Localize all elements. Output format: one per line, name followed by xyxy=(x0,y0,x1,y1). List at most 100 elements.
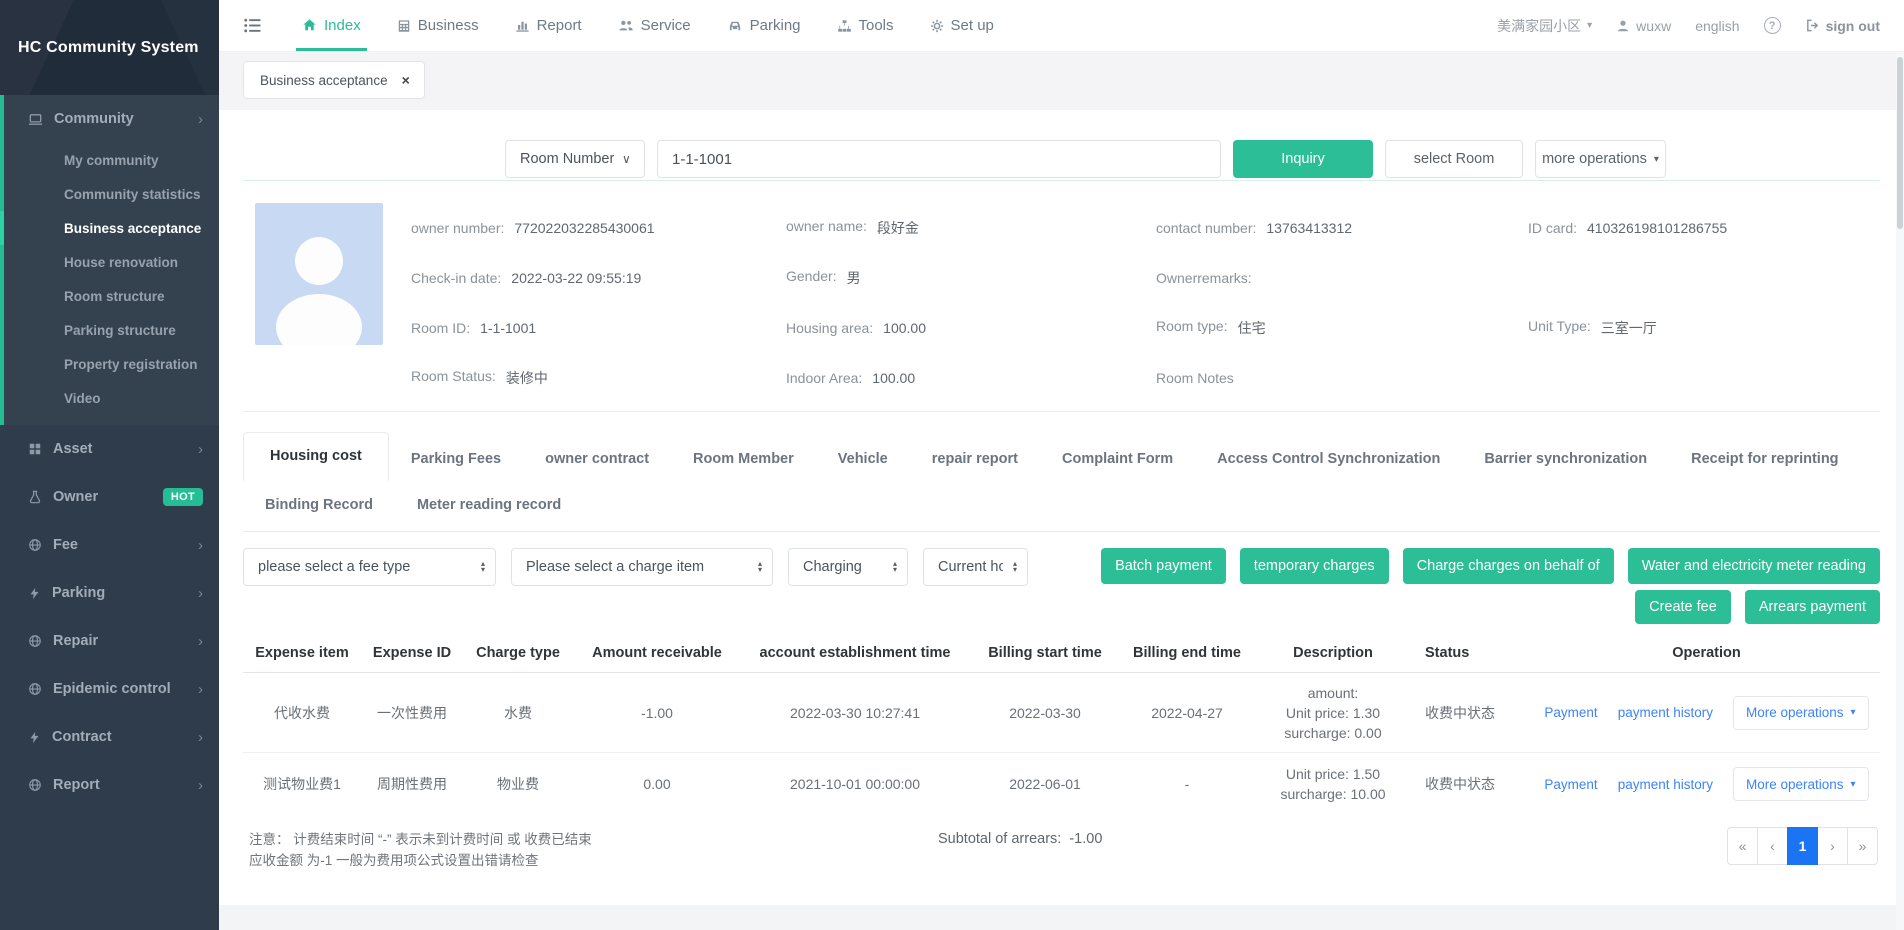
divider xyxy=(243,531,1880,532)
sidebar-item-report[interactable]: Report › xyxy=(0,761,219,809)
sidebar-item-house-renovation[interactable]: House renovation xyxy=(4,245,219,279)
flask-icon xyxy=(28,490,42,504)
vertical-scrollbar[interactable] xyxy=(1896,52,1904,930)
search-input[interactable] xyxy=(657,140,1221,178)
sidebar-item-epidemic-control[interactable]: Epidemic control › xyxy=(0,665,219,713)
row-more-operations-button[interactable]: More operations ▾ xyxy=(1733,767,1869,801)
meter-reading-button[interactable]: Water and electricity meter reading xyxy=(1628,548,1880,584)
charging-select[interactable]: Charging ▴▾ xyxy=(788,548,908,586)
tabstrip: Business acceptance × xyxy=(219,52,1904,110)
temporary-charges-button[interactable]: temporary charges xyxy=(1240,548,1389,584)
charge-item-select[interactable]: Please select a charge item ▴▾ xyxy=(511,548,773,586)
sidebar-item-business-acceptance[interactable]: Business acceptance xyxy=(4,211,219,245)
owner-info-section: owner number:772022032285430061 owner na… xyxy=(243,181,1880,411)
calculator-icon xyxy=(397,19,411,33)
sidebar-item-asset[interactable]: Asset › xyxy=(0,425,219,473)
sidebar: HC Community System Community › My commu… xyxy=(0,0,219,930)
more-operations-button[interactable]: more operations ▾ xyxy=(1535,140,1666,178)
field-checkin-date: Check-in date:2022-03-22 09:55:19 xyxy=(411,270,786,286)
nav-label: Parking xyxy=(750,17,801,34)
tab-complaint-form[interactable]: Complaint Form xyxy=(1040,437,1195,481)
bolt-icon xyxy=(28,587,41,600)
nav-business[interactable]: Business xyxy=(397,0,479,51)
pagination-prev[interactable]: ‹ xyxy=(1757,827,1788,865)
tab-access-control-sync[interactable]: Access Control Synchronization xyxy=(1195,437,1462,481)
community-selector[interactable]: 美满家园小区 ▾ xyxy=(1497,16,1592,36)
sidebar-item-video[interactable]: Video xyxy=(4,381,219,415)
sidebar-item-label: Report xyxy=(53,777,100,793)
field-room-notes: Room Notes xyxy=(1156,370,1528,386)
row-more-operations-button[interactable]: More operations ▾ xyxy=(1733,696,1869,730)
question-icon[interactable]: ? xyxy=(1764,17,1781,34)
fee-type-select[interactable]: please select a fee type ▴▾ xyxy=(243,548,496,586)
sidebar-item-community-statistics[interactable]: Community statistics xyxy=(4,177,219,211)
sidebar-item-parking-structure[interactable]: Parking structure xyxy=(4,313,219,347)
action-row-1: Batch payment temporary charges Charge c… xyxy=(1101,548,1880,584)
user-menu[interactable]: wuxw xyxy=(1616,18,1671,34)
payment-history-link[interactable]: payment history xyxy=(1618,705,1713,720)
sidebar-item-my-community[interactable]: My community xyxy=(4,143,219,177)
batch-payment-button[interactable]: Batch payment xyxy=(1101,548,1226,584)
charge-on-behalf-button[interactable]: Charge charges on behalf of xyxy=(1403,548,1614,584)
nav-set-up[interactable]: Set up xyxy=(930,0,994,51)
tab-parking-fees[interactable]: Parking Fees xyxy=(389,437,523,481)
sidebar-item-community[interactable]: Community › xyxy=(4,95,219,143)
payment-link[interactable]: Payment xyxy=(1544,777,1597,792)
page-background xyxy=(219,905,1904,930)
select-room-button[interactable]: select Room xyxy=(1385,140,1523,178)
users-icon xyxy=(618,18,634,33)
nav-report[interactable]: Report xyxy=(515,0,582,51)
pagination-first[interactable]: « xyxy=(1727,827,1758,865)
signout-button[interactable]: sign out xyxy=(1805,18,1880,34)
username: wuxw xyxy=(1636,18,1671,34)
globe-icon xyxy=(28,778,42,792)
search-field-select[interactable]: Room Number ∨ xyxy=(505,140,645,178)
globe-icon xyxy=(28,538,42,552)
sidebar-item-property-registration[interactable]: Property registration xyxy=(4,347,219,381)
house-select[interactable]: Current house ▴▾ xyxy=(923,548,1028,586)
tab-binding-record[interactable]: Binding Record xyxy=(243,483,395,527)
tab-barrier-sync[interactable]: Barrier synchronization xyxy=(1462,437,1669,481)
sidebar-item-parking[interactable]: Parking › xyxy=(0,569,219,617)
note-line-1: 注意： 计费结束时间 “-” 表示未到计费时间 或 收费已结束 xyxy=(249,829,592,850)
tab-room-member[interactable]: Room Member xyxy=(671,437,816,481)
menu-list-icon[interactable] xyxy=(243,0,262,51)
language-switch[interactable]: english xyxy=(1695,18,1739,34)
nav-tools[interactable]: Tools xyxy=(837,0,894,51)
payment-link[interactable]: Payment xyxy=(1544,705,1597,720)
sidebar-item-label: Owner xyxy=(53,489,98,505)
fee-table: Expense item Expense ID Charge type Amou… xyxy=(243,634,1880,815)
tab-vehicle[interactable]: Vehicle xyxy=(816,437,910,481)
nav-index[interactable]: Index xyxy=(302,0,361,51)
tab-meter-reading-record[interactable]: Meter reading record xyxy=(395,483,583,527)
tab-housing-cost[interactable]: Housing cost xyxy=(243,432,389,481)
nav-service[interactable]: Service xyxy=(618,0,691,51)
sidebar-item-fee[interactable]: Fee › xyxy=(0,521,219,569)
inquiry-button[interactable]: Inquiry xyxy=(1233,140,1373,178)
chevron-right-icon: › xyxy=(198,441,203,458)
tab-business-acceptance[interactable]: Business acceptance × xyxy=(243,61,425,99)
tab-repair-report[interactable]: repair report xyxy=(910,437,1040,481)
scrollbar-thumb[interactable] xyxy=(1897,57,1903,229)
pagination-last[interactable]: » xyxy=(1847,827,1878,865)
pagination-page-1[interactable]: 1 xyxy=(1787,827,1818,865)
close-icon[interactable]: × xyxy=(402,72,410,88)
operation-cell: Payment payment history More operations … xyxy=(1533,753,1880,815)
field-owner-remarks: Ownerremarks: xyxy=(1156,270,1528,286)
pagination-next[interactable]: › xyxy=(1817,827,1848,865)
sidebar-item-label: Parking xyxy=(52,585,105,601)
create-fee-button[interactable]: Create fee xyxy=(1635,590,1731,624)
sidebar-item-owner[interactable]: Owner HOT xyxy=(0,473,219,521)
sidebar-item-contract[interactable]: Contract › xyxy=(0,713,219,761)
tab-receipt-reprinting[interactable]: Receipt for reprinting xyxy=(1669,437,1860,481)
sidebar-item-repair[interactable]: Repair › xyxy=(0,617,219,665)
tab-owner-contract[interactable]: owner contract xyxy=(523,437,671,481)
nav-parking[interactable]: Parking xyxy=(727,0,801,51)
field-room-status: Room Status:装修中 xyxy=(411,368,786,388)
arrears-payment-button[interactable]: Arrears payment xyxy=(1745,590,1880,624)
sidebar-item-room-structure[interactable]: Room structure xyxy=(4,279,219,313)
community-name: 美满家园小区 xyxy=(1497,16,1581,36)
sidebar-item-label: Community xyxy=(54,111,134,127)
payment-history-link[interactable]: payment history xyxy=(1618,777,1713,792)
barchart-icon xyxy=(515,18,530,33)
